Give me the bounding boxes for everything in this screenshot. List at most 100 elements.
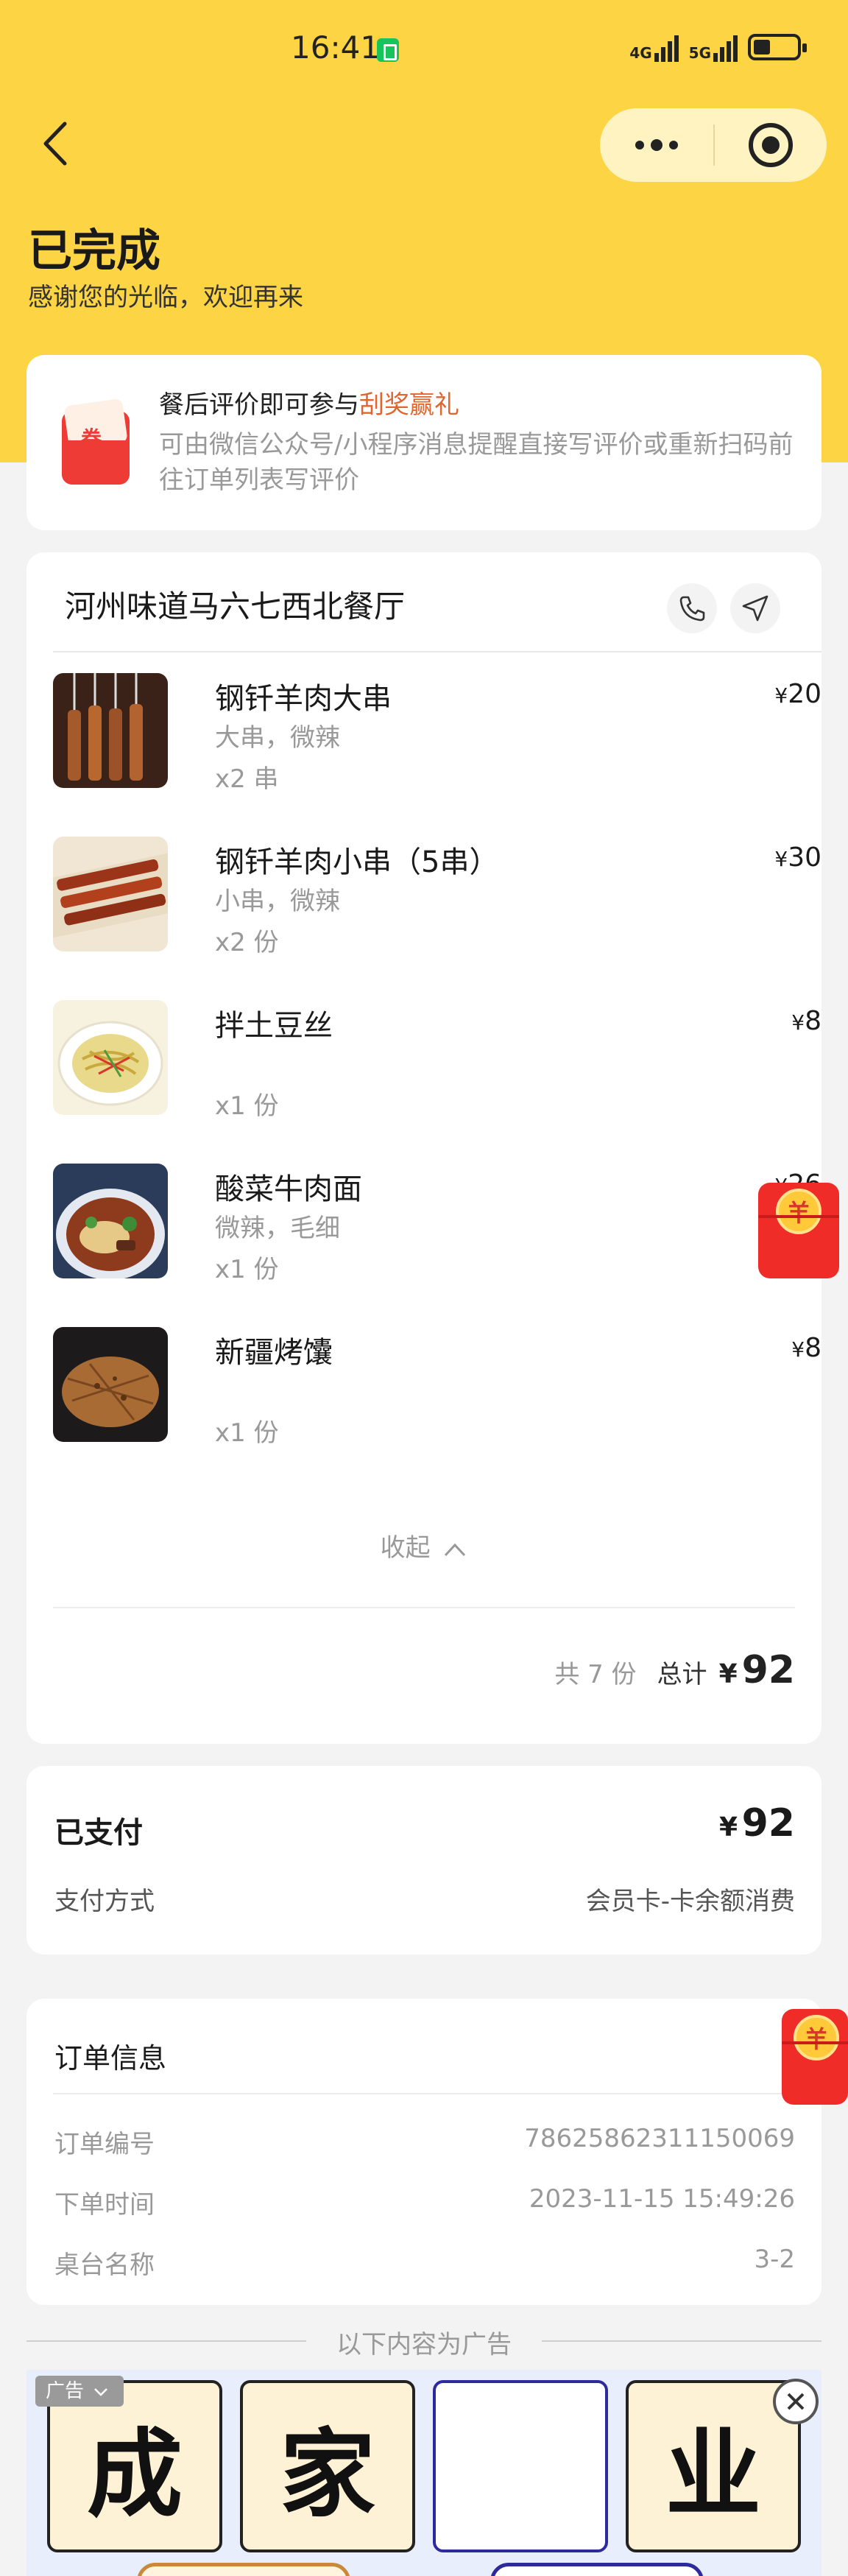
miniprogram-capsule xyxy=(600,108,827,182)
ad-tile-empty xyxy=(433,2380,608,2552)
ad-close-button[interactable] xyxy=(773,2379,819,2424)
coin-symbol: 羊 xyxy=(804,2025,828,2053)
info-label: 下单时间 xyxy=(54,2190,155,2220)
more-button[interactable] xyxy=(600,108,713,182)
order-item: 酸菜牛肉面 微辣，毛细 x1 份 ¥26 xyxy=(53,1164,822,1289)
item-photo-lamb-skewers-large xyxy=(53,673,168,788)
chevron-down-icon xyxy=(94,2388,108,2396)
coupon-icon: 券 xyxy=(62,411,130,485)
order-info-title: 订单信息 xyxy=(54,2042,167,2074)
order-info-card: 订单信息 订单编号 78625862311150069 下单时间 2023-11… xyxy=(26,1999,822,2305)
ad-tag-label: 广告 xyxy=(46,2380,85,2402)
order-item: 钢钎羊肉大串 大串，微辣 x2 串 ¥20 xyxy=(53,673,822,798)
ad-banner[interactable]: 成 家 业 广告 xyxy=(26,2370,822,2576)
currency-symbol: ¥ xyxy=(718,1659,738,1689)
collapse-button[interactable]: 收起 xyxy=(26,1527,822,1563)
info-value: 3-2 xyxy=(754,2245,795,2274)
network-label-5g: 5G xyxy=(688,44,711,62)
order-item: 新疆烤馕 x1 份 ¥8 xyxy=(53,1327,822,1452)
coupon-label: 券 xyxy=(81,426,102,451)
paid-amount: ¥ 92 xyxy=(719,1801,795,1845)
order-item: 钢钎羊肉小串（5串） 小串，微辣 x2 份 ¥30 xyxy=(53,837,822,962)
item-name: 钢钎羊肉大串 xyxy=(215,682,392,716)
promo-title-highlight: 刮奖赢礼 xyxy=(359,390,459,420)
network-label-4g: 4G xyxy=(629,44,652,62)
info-divider xyxy=(53,2093,795,2094)
battery-icon xyxy=(748,34,807,60)
item-price-value: 8 xyxy=(805,1006,822,1036)
info-value: 2023-11-15 15:49:26 xyxy=(529,2184,795,2214)
shop-name[interactable]: 河州味道马六七西北餐厅 xyxy=(65,582,405,627)
status-time: 16:41 xyxy=(291,29,381,66)
item-quantity: x2 串 xyxy=(215,764,279,794)
order-total: 共 7 份 总计 ¥ 92 xyxy=(554,1648,795,1692)
item-price: ¥8 xyxy=(791,1006,822,1036)
item-photo-naan xyxy=(53,1327,168,1442)
chevron-up-icon xyxy=(445,1543,466,1556)
signal-5g-icon: 5G xyxy=(689,32,738,62)
currency-symbol: ¥ xyxy=(774,847,788,871)
order-card: 河州味道马六七西北餐厅 钢钎羊肉大串 大串，微辣 x2 串 ¥20 钢钎羊肉小串… xyxy=(26,552,822,1744)
back-button[interactable] xyxy=(35,118,80,169)
chevron-left-icon xyxy=(43,122,67,166)
item-name: 钢钎羊肉小串（5串） xyxy=(215,845,499,879)
total-divider xyxy=(53,1607,795,1608)
close-icon xyxy=(787,2393,805,2410)
more-dot-icon xyxy=(669,141,678,149)
order-item: 拌土豆丝 x1 份 ¥8 xyxy=(53,1000,822,1125)
navigate-button[interactable] xyxy=(730,583,780,633)
item-price: ¥30 xyxy=(774,842,822,873)
item-name: 新疆烤馕 xyxy=(215,1336,333,1370)
currency-symbol: ¥ xyxy=(791,1337,805,1362)
promo-title-prefix: 餐后评价即可参与 xyxy=(159,390,359,420)
currency-symbol: ¥ xyxy=(774,683,788,708)
status-icons: 4G 5G xyxy=(629,32,807,62)
status-bar: 16:41 4G 5G xyxy=(0,0,848,96)
page-subtitle: 感谢您的光临，欢迎再来 xyxy=(28,283,303,312)
phone-icon xyxy=(679,596,705,622)
item-spec: 小串，微辣 xyxy=(215,887,340,916)
ad-separator-label: 以下内容为广告 xyxy=(336,2330,512,2359)
ad-tag[interactable]: 广告 xyxy=(35,2376,124,2407)
item-photo-lamb-skewers-small xyxy=(53,837,168,951)
currency-symbol: ¥ xyxy=(718,1812,738,1843)
item-photo-potato-shreds xyxy=(53,1000,168,1115)
floating-red-packet-button[interactable]: 羊 xyxy=(758,1183,839,1278)
target-icon xyxy=(749,123,793,167)
info-row-table-name: 桌台名称 3-2 xyxy=(54,2245,795,2281)
app-notification-icon xyxy=(377,38,399,62)
promo-title: 餐后评价即可参与刮奖赢礼 xyxy=(159,384,459,420)
paid-amount-value: 92 xyxy=(741,1801,795,1845)
paid-label: 已支付 xyxy=(54,1816,143,1850)
item-name: 拌土豆丝 xyxy=(215,1009,333,1043)
more-dot-icon xyxy=(651,139,662,151)
item-quantity: x1 份 xyxy=(215,1418,279,1448)
payment-method-value: 会员卡-卡余额消费 xyxy=(585,1887,795,1916)
review-promo-card[interactable]: 券 餐后评价即可参与刮奖赢礼 可由微信公众号/小程序消息提醒直接写评价或重新扫码… xyxy=(26,355,822,530)
shop-divider xyxy=(53,651,822,652)
item-price-value: 30 xyxy=(788,842,822,873)
floating-red-packet-button[interactable]: 羊 xyxy=(782,2009,848,2105)
item-name: 酸菜牛肉面 xyxy=(215,1172,362,1206)
info-row-order-number: 订单编号 78625862311150069 xyxy=(54,2124,795,2160)
close-miniprogram-button[interactable] xyxy=(715,123,827,167)
payment-method-label: 支付方式 xyxy=(54,1887,155,1916)
item-quantity: x1 份 xyxy=(215,1091,279,1121)
ad-separator: 以下内容为广告 xyxy=(26,2323,822,2359)
page-title: 已完成 xyxy=(28,225,160,277)
ad-tile: 家 xyxy=(240,2380,415,2552)
total-count: 共 7 份 xyxy=(554,1660,637,1689)
promo-description: 可由微信公众号/小程序消息提醒直接写评价或重新扫码前往订单列表写评价 xyxy=(159,430,794,495)
ad-pill xyxy=(137,2563,350,2576)
info-label: 订单编号 xyxy=(54,2130,155,2159)
navigation-arrow-icon xyxy=(742,595,768,622)
item-price-value: 8 xyxy=(805,1333,822,1363)
more-dot-icon xyxy=(635,141,644,149)
red-packet-coin-icon: 羊 xyxy=(776,1189,822,1234)
call-button[interactable] xyxy=(667,583,717,633)
item-quantity: x2 份 xyxy=(215,928,279,957)
info-value[interactable]: 78625862311150069 xyxy=(524,2124,795,2160)
ad-pill xyxy=(490,2563,704,2576)
coin-symbol: 羊 xyxy=(786,1199,810,1227)
item-price: ¥8 xyxy=(791,1333,822,1363)
